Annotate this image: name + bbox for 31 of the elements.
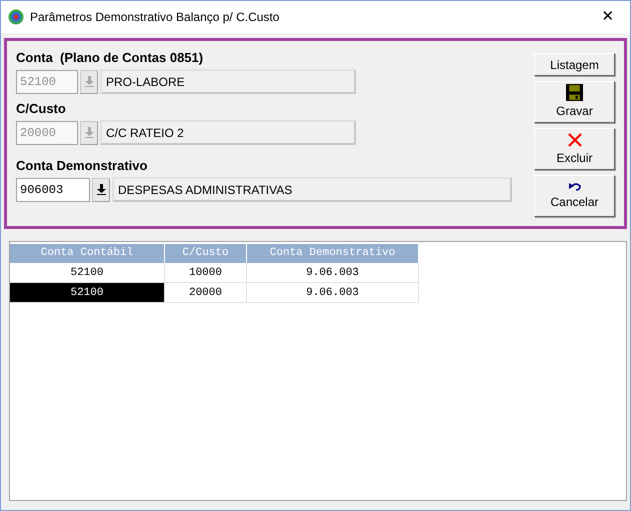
close-button[interactable]: ✕ xyxy=(593,6,623,28)
field-label: Conta Demonstrativo xyxy=(16,158,148,174)
table-cell: 9.06.003 xyxy=(247,283,419,303)
table-row[interactable]: 52100 10000 9.06.003 xyxy=(10,263,626,283)
table-cell: 20000 xyxy=(165,283,247,303)
column-header: Conta Contábil xyxy=(10,244,165,263)
close-x-icon xyxy=(566,132,582,148)
lookup-button[interactable] xyxy=(92,178,110,202)
listing-button[interactable]: Listagem xyxy=(534,53,615,76)
table-row[interactable]: 52100 20000 9.06.003 xyxy=(10,283,626,303)
table-cell: 52100 xyxy=(10,263,165,283)
code-input[interactable]: 906003 xyxy=(16,178,90,202)
column-header: Conta Demonstrativo xyxy=(247,244,419,263)
table-cell: 52100 xyxy=(10,283,165,303)
delete-button[interactable]: Excluir xyxy=(534,128,615,170)
download-arrow-icon xyxy=(96,184,106,195)
column-header: C/Custo xyxy=(165,244,247,263)
undo-arrow-icon xyxy=(568,182,582,192)
table-cell: 9.06.003 xyxy=(247,263,419,283)
undo-button[interactable]: Cancelar xyxy=(534,175,615,217)
field-label: Conta (Plano de Contas 0851) xyxy=(16,50,204,66)
description-field: C/C RATEIO 2 xyxy=(100,120,356,145)
field-label: C/Custo xyxy=(16,101,67,117)
description-field: DESPESAS ADMINISTRATIVAS xyxy=(112,177,512,202)
save-button[interactable]: Gravar xyxy=(534,81,615,123)
download-arrow-icon xyxy=(84,127,94,138)
download-arrow-icon xyxy=(84,76,94,87)
app-globe-icon xyxy=(8,9,24,25)
window-title: Parâmetros Demonstrativo Balanço p/ C.Custo xyxy=(30,9,280,26)
description-field: PRO-LABORE xyxy=(100,69,356,94)
table-cell: 10000 xyxy=(165,263,247,283)
